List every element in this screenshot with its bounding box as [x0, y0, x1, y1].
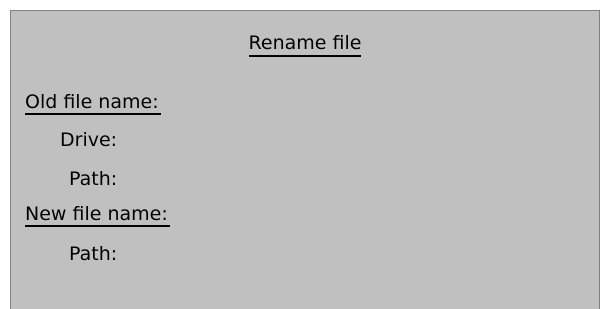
old-file-name-section-label: Old file name: — [25, 91, 161, 115]
new-file-name-section-label: New file name: — [25, 203, 170, 227]
old-drive-label: Drive: — [60, 129, 118, 151]
dialog-title-text: Rename file — [248, 32, 362, 57]
rename-file-dialog: Rename file Old file name: Drive: Path: … — [10, 10, 600, 309]
dialog-title: Rename file — [11, 32, 599, 57]
new-path-label: Path: — [69, 243, 118, 265]
old-path-label: Path: — [69, 168, 118, 190]
